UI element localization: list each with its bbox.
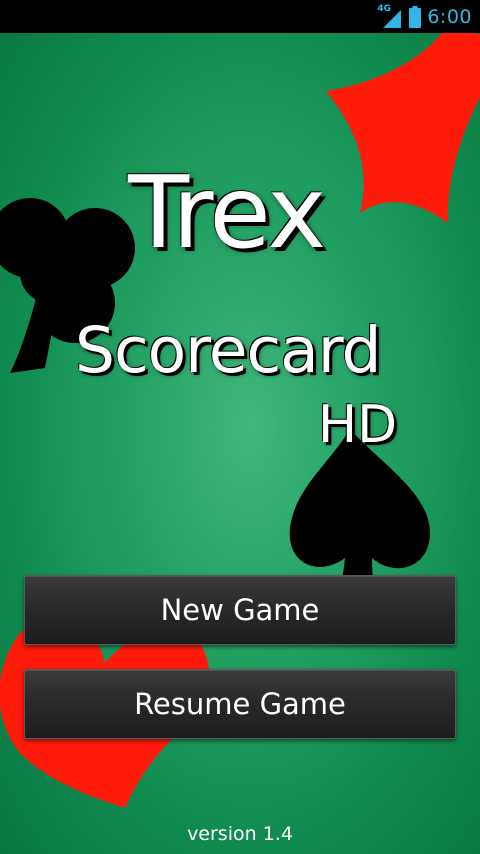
- network-indicator: 4G: [377, 4, 403, 28]
- title-trex: Trex: [128, 154, 326, 271]
- clock: 6:00: [427, 5, 472, 28]
- new-game-button[interactable]: New Game: [24, 575, 456, 645]
- title-scorecard: Scorecard: [75, 314, 381, 387]
- status-bar: 4G 6:00: [0, 0, 480, 33]
- title-hd: HD: [318, 395, 398, 455]
- resume-game-button[interactable]: Resume Game: [24, 669, 456, 739]
- battery-icon: [409, 5, 422, 28]
- app-logo: Trex Scorecard HD: [0, 33, 480, 513]
- app-screen: Trex Scorecard HD New Game Resume Game v…: [0, 33, 480, 854]
- status-icons: 4G 6:00: [377, 0, 472, 33]
- signal-icon: [383, 9, 402, 28]
- version-label: version 1.4: [187, 823, 293, 845]
